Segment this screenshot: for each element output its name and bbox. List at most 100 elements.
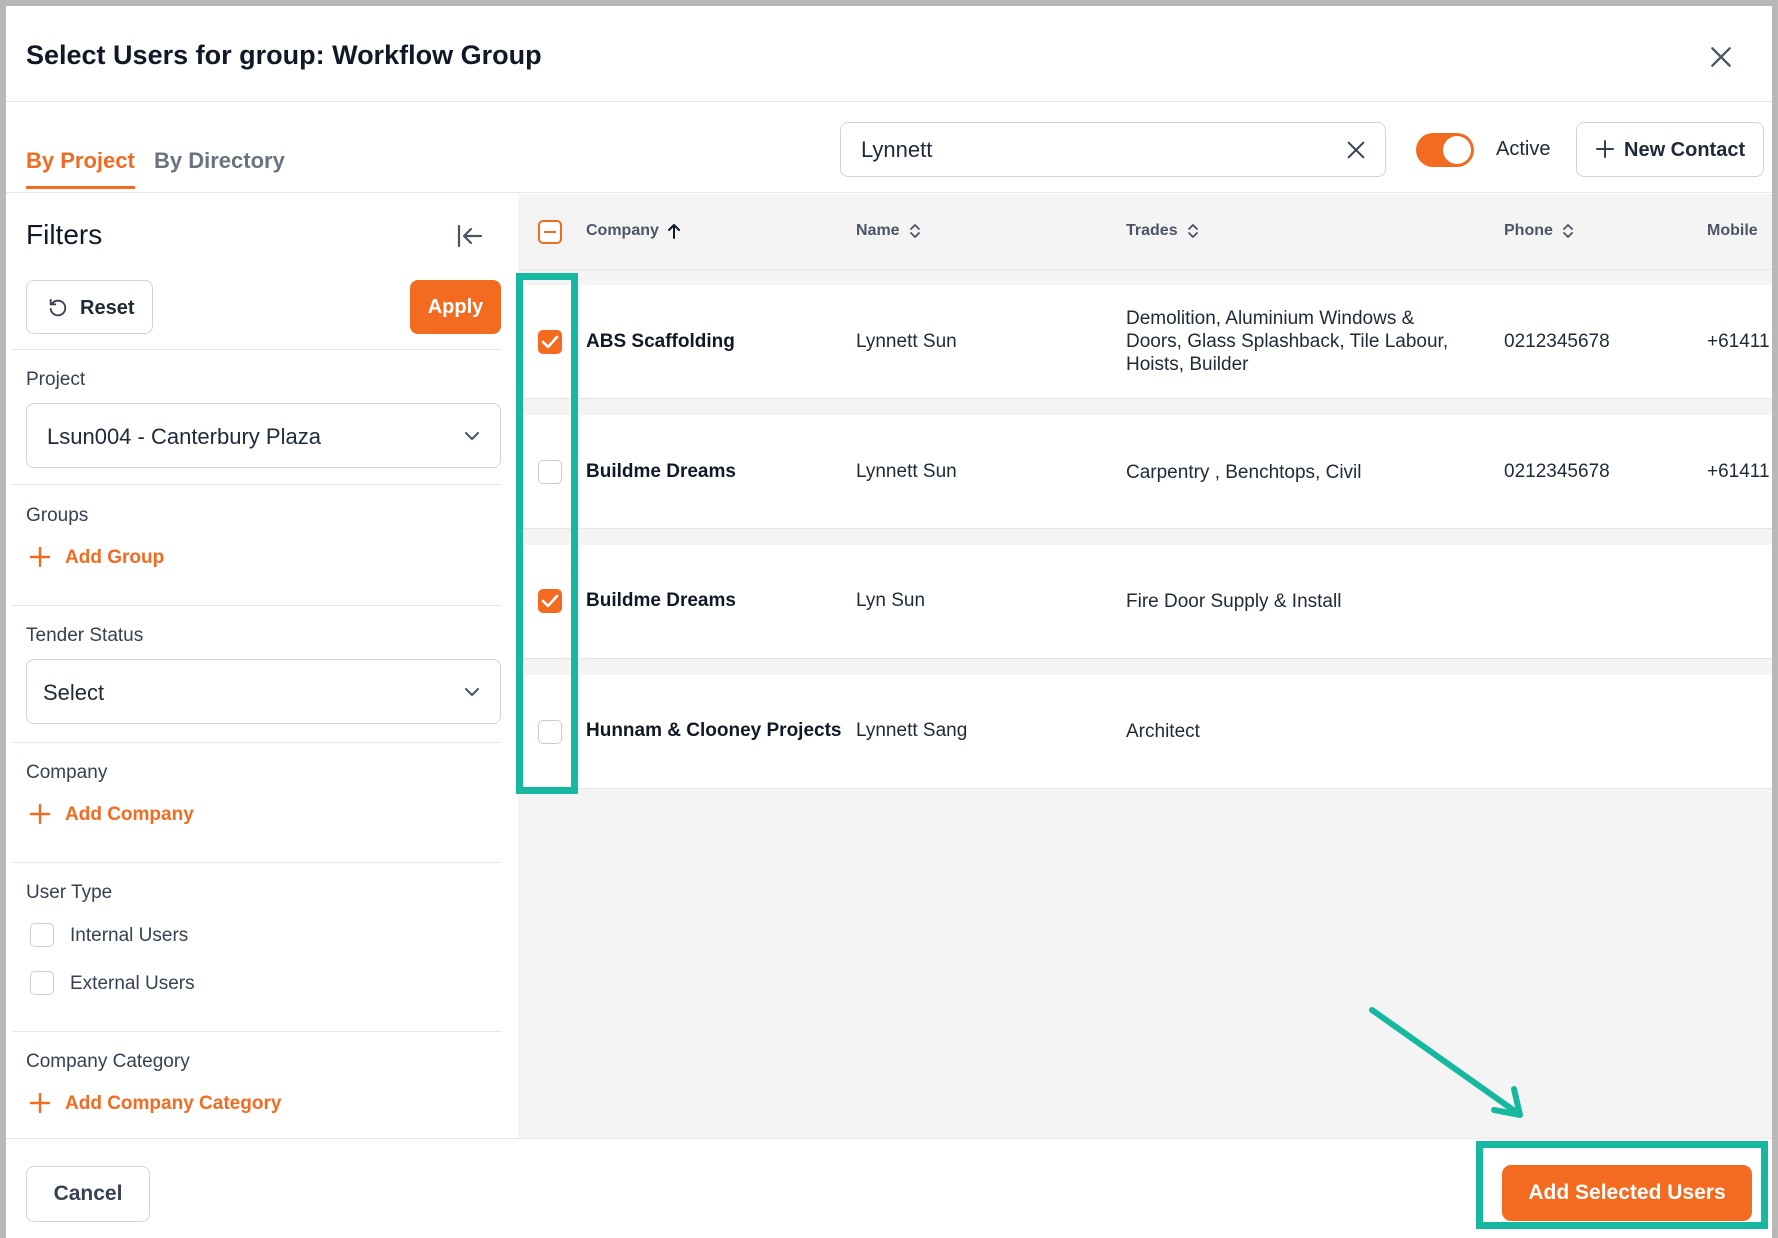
- column-header-label: Trades: [1126, 222, 1178, 240]
- column-header-trades[interactable]: Trades: [1126, 222, 1200, 240]
- row-checkbox[interactable]: [538, 330, 562, 354]
- name-cell: Lynnett Sun: [856, 331, 957, 352]
- divider: [12, 742, 502, 743]
- company-label: Company: [26, 762, 108, 783]
- reset-button[interactable]: Reset: [26, 280, 153, 334]
- column-header-label: Name: [856, 222, 900, 240]
- project-label: Project: [26, 369, 86, 390]
- column-header-phone[interactable]: Phone: [1504, 222, 1575, 240]
- name-cell: Lynnett Sun: [856, 461, 957, 482]
- column-header-mobile[interactable]: Mobile: [1707, 222, 1758, 240]
- company-cell: Buildme Dreams: [586, 590, 736, 611]
- trades-cell: Fire Door Supply & Install: [1126, 591, 1342, 612]
- new-contact-button[interactable]: New Contact: [1576, 122, 1764, 177]
- select-all-checkbox[interactable]: [538, 220, 562, 244]
- dialog-footer: Cancel Add Selected Users: [6, 1138, 1772, 1238]
- sort-icon: [1562, 224, 1573, 238]
- divider: [12, 1031, 502, 1032]
- filters-panel: Filters Reset Apply Project Lsun004 - Ca…: [6, 194, 514, 1138]
- row-checkbox[interactable]: [538, 720, 562, 744]
- divider: [12, 862, 502, 863]
- plus-icon: [30, 804, 50, 824]
- cancel-button[interactable]: Cancel: [26, 1166, 150, 1222]
- name-cell: Lynnett Sang: [856, 720, 968, 741]
- name-cell: Lyn Sun: [856, 590, 926, 611]
- arrow-annotation-icon: [1369, 1007, 1523, 1118]
- chevron-down-icon: [465, 688, 479, 696]
- checkbox[interactable]: [30, 971, 54, 995]
- reset-label: Reset: [80, 297, 135, 319]
- search-field[interactable]: [840, 122, 1386, 177]
- trades-cell: Architect: [1126, 721, 1200, 742]
- tender-status-select-value: Select: [43, 680, 105, 705]
- row-checkbox[interactable]: [538, 589, 562, 613]
- external-users-label: External Users: [70, 973, 195, 994]
- add-selected-users-button[interactable]: Add Selected Users: [1502, 1165, 1752, 1221]
- tabs-toolbar: By Project By Directory Active New Conta…: [6, 103, 1772, 193]
- project-select[interactable]: Lsun004 - Canterbury Plaza: [26, 403, 501, 468]
- filters-title: Filters: [26, 219, 103, 250]
- users-table: Company Name Trades Phone Mobile ABS Sca…: [518, 194, 1772, 1138]
- column-header-label: Mobile: [1707, 222, 1758, 239]
- company-category-label: Company Category: [26, 1051, 190, 1072]
- plus-icon: [30, 547, 50, 567]
- add-group-label: Add Group: [65, 547, 165, 568]
- column-header-company[interactable]: Company: [586, 222, 681, 240]
- dialog-header: Select Users for group: Workflow Group: [6, 6, 1772, 102]
- table-header: Company Name Trades Phone Mobile: [518, 194, 1772, 270]
- apply-label: Apply: [427, 296, 484, 318]
- tab-by-directory[interactable]: By Directory: [154, 148, 285, 186]
- divider: [12, 605, 502, 606]
- clear-search-icon[interactable]: [1345, 139, 1367, 161]
- table-row[interactable]: Buildme Dreams Lynnett Sun Carpentry , B…: [518, 415, 1772, 529]
- cancel-label: Cancel: [53, 1182, 123, 1205]
- column-header-label: Phone: [1504, 222, 1553, 240]
- tender-status-select[interactable]: Select: [26, 659, 501, 724]
- company-cell: Hunnam & Clooney Projects: [586, 720, 842, 741]
- mobile-cell: +61411: [1707, 331, 1770, 352]
- trades-cell: Demolition, Aluminium Windows & Doors, G…: [1126, 308, 1449, 375]
- trades-cell: Carpentry , Benchtops, Civil: [1126, 462, 1362, 483]
- reset-icon: [49, 298, 67, 317]
- collapse-panel-icon[interactable]: [456, 223, 484, 249]
- project-select-value: Lsun004 - Canterbury Plaza: [47, 424, 321, 449]
- column-header-label: Company: [586, 222, 659, 240]
- table-row[interactable]: ABS Scaffolding Lynnett Sun Demolition, …: [518, 285, 1772, 399]
- phone-cell: 0212345678: [1504, 461, 1610, 482]
- plus-icon: [1596, 140, 1614, 158]
- mobile-cell: +61411: [1707, 461, 1770, 482]
- divider: [12, 349, 502, 350]
- close-icon[interactable]: [1708, 44, 1734, 70]
- column-header-name[interactable]: Name: [856, 222, 922, 240]
- checkbox[interactable]: [30, 923, 54, 947]
- plus-icon: [30, 1093, 50, 1113]
- phone-cell: 0212345678: [1504, 331, 1610, 352]
- new-contact-label: New Contact: [1624, 139, 1746, 161]
- add-selected-users-label: Add Selected Users: [1528, 1181, 1726, 1204]
- internal-users-label: Internal Users: [70, 925, 189, 946]
- groups-label: Groups: [26, 505, 89, 526]
- checkmark-icon: [541, 335, 559, 349]
- dialog-title: Select Users for group: Workflow Group: [26, 40, 542, 70]
- company-cell: Buildme Dreams: [586, 461, 736, 482]
- add-company-label: Add Company: [65, 804, 194, 825]
- sort-ascending-icon: [667, 224, 680, 239]
- table-row[interactable]: Buildme Dreams Lyn Sun Fire Door Supply …: [518, 545, 1772, 659]
- row-checkbox[interactable]: [538, 460, 562, 484]
- apply-button[interactable]: Apply: [410, 280, 501, 334]
- company-cell: ABS Scaffolding: [586, 331, 735, 352]
- toggle-knob: [1443, 136, 1471, 164]
- chevron-down-icon: [465, 432, 479, 440]
- add-company-category-label: Add Company Category: [65, 1093, 282, 1114]
- table-row[interactable]: Hunnam & Clooney Projects Lynnett Sang A…: [518, 675, 1772, 789]
- user-type-label: User Type: [26, 882, 113, 903]
- checkmark-icon: [541, 594, 559, 608]
- tender-status-label: Tender Status: [26, 625, 144, 646]
- sort-icon: [1187, 224, 1198, 238]
- active-toggle[interactable]: [1416, 133, 1474, 167]
- tab-by-project[interactable]: By Project: [26, 148, 135, 189]
- sort-icon: [909, 224, 920, 238]
- search-input[interactable]: [861, 135, 1321, 165]
- active-toggle-label: Active: [1496, 138, 1551, 160]
- divider: [12, 484, 502, 485]
